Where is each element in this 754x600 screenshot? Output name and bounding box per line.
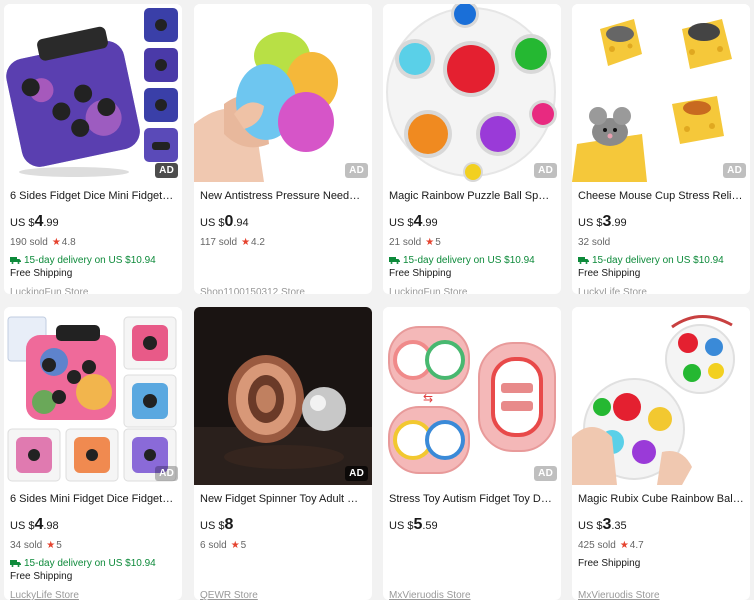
product-price: US $0.94: [200, 213, 249, 230]
sold-count: 425 sold: [578, 540, 616, 551]
product-title[interactable]: Magic Rainbow Puzzle Ball Speed ...: [389, 189, 555, 203]
rating-value: 5: [240, 540, 247, 551]
rating-value: 5: [435, 237, 441, 248]
sales-rating: 117 sold ★4.2: [200, 236, 366, 250]
truck-icon: [10, 257, 21, 264]
product-image[interactable]: AD: [194, 307, 372, 485]
sold-count: 117 sold: [200, 237, 238, 248]
delivery-info: 15-day delivery on US $10.94: [10, 557, 176, 570]
truck-icon: [389, 257, 400, 264]
product-price: US $3.99: [578, 213, 627, 230]
product-title[interactable]: 6 Sides Mini Fidget Dice Fidget Toy...: [10, 492, 176, 506]
rating-value: 4.2: [251, 237, 265, 248]
product-card[interactable]: AD 6 Sides Fidget Dice Mini Fidget Toy..…: [4, 4, 182, 294]
sold-count: 6 sold: [200, 540, 227, 551]
sold-count: 34 sold: [10, 540, 43, 551]
product-price: US $5.59: [389, 516, 438, 533]
product-image[interactable]: AD: [4, 4, 182, 182]
ad-badge: AD: [534, 163, 557, 178]
delivery-info: 15-day delivery on US $10.94: [389, 254, 555, 267]
product-image[interactable]: AD: [194, 4, 372, 182]
product-card[interactable]: Magic Rubix Cube Rainbow Ball Cu... US $…: [572, 307, 750, 600]
store-link[interactable]: QEWR Store: [200, 589, 366, 600]
truck-icon: [10, 560, 21, 567]
product-card[interactable]: AD New Antistress Pressure Needoh B... U…: [194, 4, 372, 294]
sales-rating: 32 sold: [578, 236, 744, 250]
free-shipping: Free Shipping: [578, 558, 641, 569]
product-title[interactable]: Magic Rubix Cube Rainbow Ball Cu...: [578, 492, 744, 506]
sold-count: 190 sold: [10, 237, 48, 248]
product-price: US $4.99: [389, 213, 438, 230]
rating-value: 4.8: [61, 237, 76, 248]
ad-badge: AD: [155, 466, 178, 481]
free-shipping: Free Shipping: [10, 571, 73, 582]
star-icon: ★: [46, 540, 56, 551]
product-image[interactable]: ⇆ AD: [383, 307, 561, 485]
delivery-info: 15-day delivery on US $10.94: [578, 254, 744, 267]
product-card[interactable]: AD 6 Sides Mini Fidget Dice Fidget Toy..…: [4, 307, 182, 600]
product-image[interactable]: [572, 307, 750, 485]
product-title[interactable]: New Antistress Pressure Needoh B...: [200, 189, 366, 203]
product-title[interactable]: 6 Sides Fidget Dice Mini Fidget Toy...: [10, 189, 176, 203]
store-link[interactable]: LuckingFun Store: [10, 286, 176, 294]
store-link[interactable]: MxVieruodis Store: [389, 589, 555, 600]
product-card[interactable]: ⇆ AD Stress Toy Autism Fidget Toy Desk .…: [383, 307, 561, 600]
ad-badge: AD: [723, 163, 746, 178]
rating-value: 5: [56, 540, 62, 551]
delivery-info: 15-day delivery on US $10.94: [10, 254, 176, 267]
star-icon: ★: [241, 237, 251, 248]
star-icon: ★: [619, 540, 629, 551]
store-link[interactable]: LuckyLife Store: [578, 286, 744, 294]
sales-rating: 6 sold ★5: [200, 539, 366, 553]
store-link[interactable]: LuckingFun Store: [389, 286, 555, 294]
product-title[interactable]: New Fidget Spinner Toy Adult Rela...: [200, 492, 366, 506]
ad-badge: AD: [534, 466, 557, 481]
product-title[interactable]: Cheese Mouse Cup Stress Relief M...: [578, 189, 744, 203]
sold-count: 32 sold: [578, 237, 611, 248]
sold-count: 21 sold: [389, 237, 422, 248]
product-image[interactable]: AD: [383, 4, 561, 182]
product-price: US $3.35: [578, 516, 627, 533]
ad-badge: AD: [345, 163, 368, 178]
star-icon: ★: [230, 540, 240, 551]
store-link[interactable]: Shop1100150312 Store: [200, 286, 366, 294]
store-link[interactable]: MxVieruodis Store: [578, 589, 744, 600]
sales-rating: 190 sold ★4.8: [10, 236, 176, 250]
product-price: US $4.99: [10, 213, 59, 230]
product-price: US $8: [200, 516, 234, 533]
product-title[interactable]: Stress Toy Autism Fidget Toy Desk ...: [389, 492, 555, 506]
product-card[interactable]: AD New Fidget Spinner Toy Adult Rela... …: [194, 307, 372, 600]
sales-rating: 34 sold ★5: [10, 539, 176, 553]
store-link[interactable]: LuckyLife Store: [10, 589, 176, 600]
ad-badge: AD: [345, 466, 368, 481]
free-shipping: Free Shipping: [389, 268, 452, 279]
sales-rating: 21 sold ★5: [389, 236, 555, 250]
product-price: US $4.98: [10, 516, 59, 533]
product-image[interactable]: AD: [4, 307, 182, 485]
ad-badge: AD: [155, 163, 178, 178]
star-icon: ★: [51, 237, 61, 248]
star-icon: ★: [425, 237, 435, 248]
free-shipping: Free Shipping: [578, 268, 641, 279]
product-grid: AD 6 Sides Fidget Dice Mini Fidget Toy..…: [0, 0, 754, 600]
svg-text:⇆: ⇆: [423, 391, 433, 405]
rating-value: 4.7: [629, 540, 644, 551]
sales-rating: 425 sold ★4.7: [578, 539, 744, 553]
product-card[interactable]: AD Magic Rainbow Puzzle Ball Speed ... U…: [383, 4, 561, 294]
free-shipping: Free Shipping: [10, 268, 73, 279]
product-card[interactable]: AD Cheese Mouse Cup Stress Relief M... U…: [572, 4, 750, 294]
product-image[interactable]: AD: [572, 4, 750, 182]
truck-icon: [578, 257, 589, 264]
